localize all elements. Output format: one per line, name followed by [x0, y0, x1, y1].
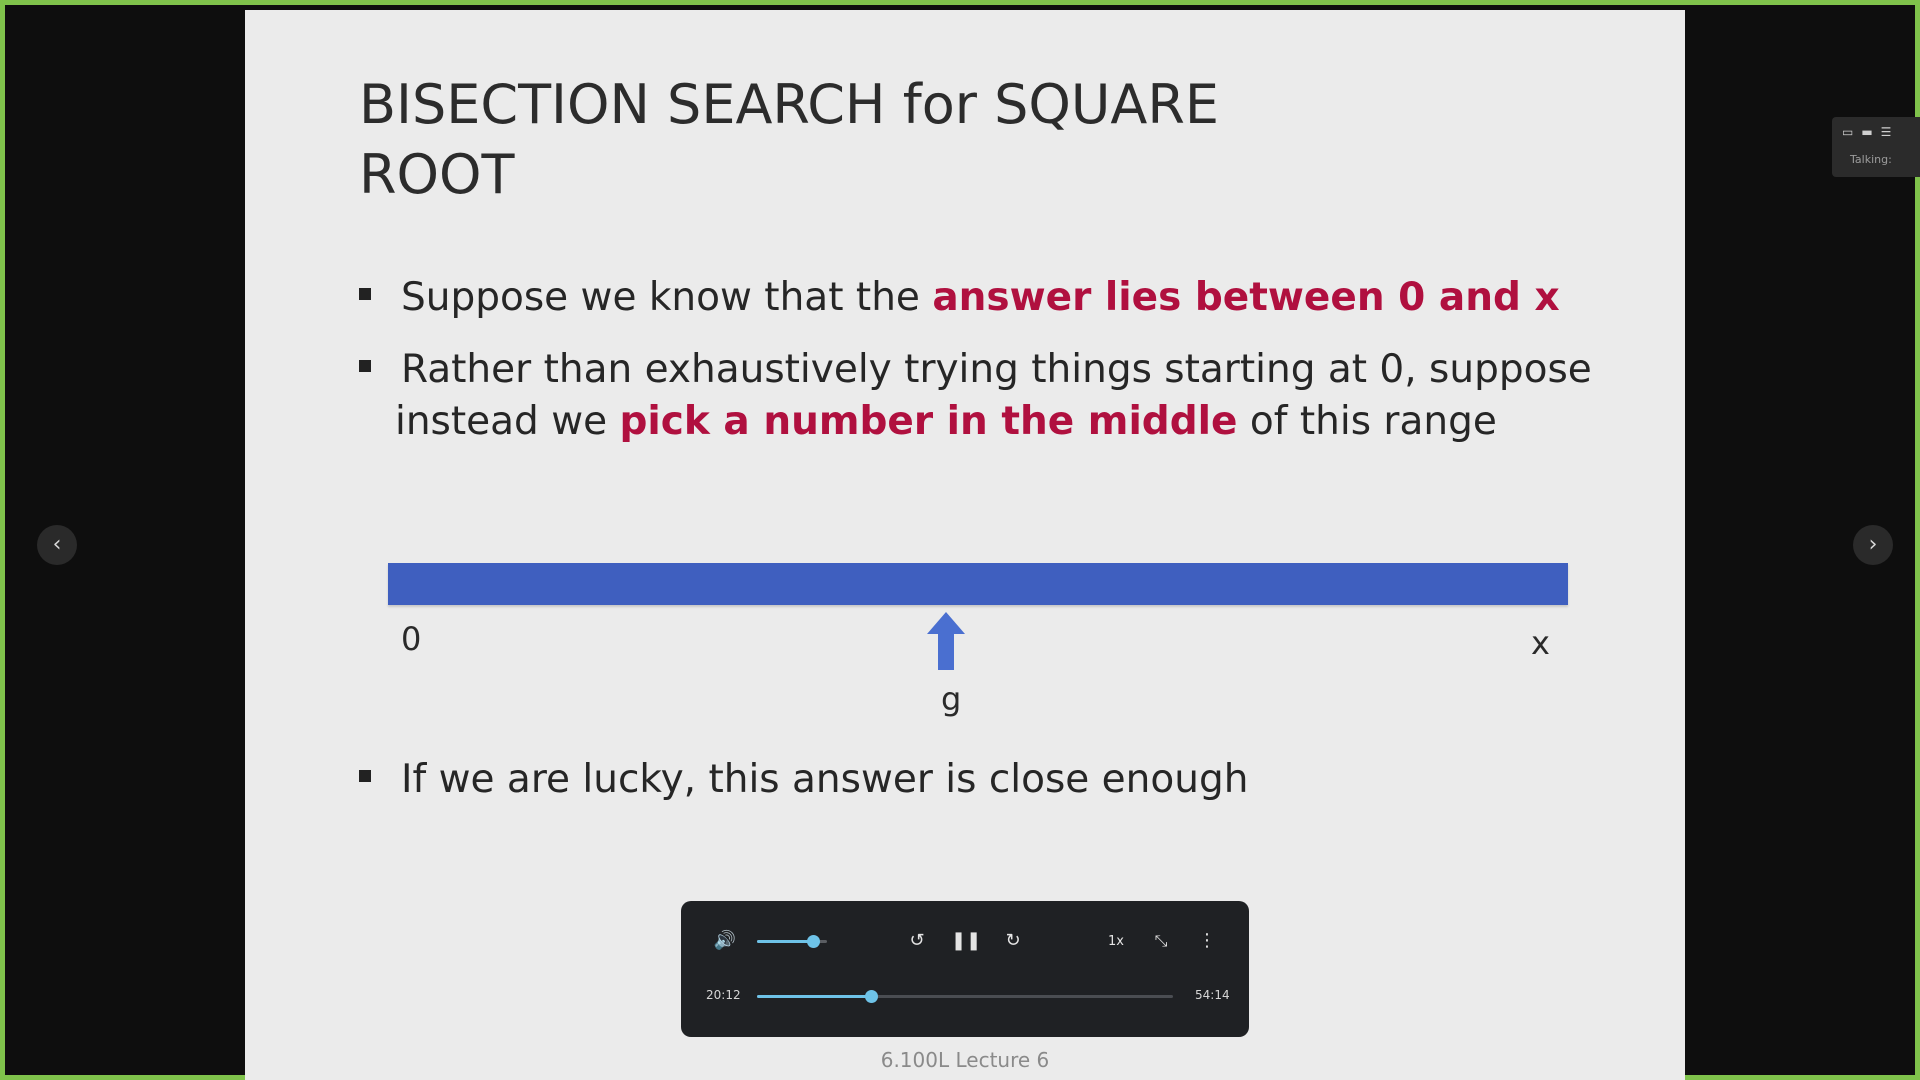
bullet-2-line2-text: instead we: [395, 399, 620, 444]
exit-fullscreen-icon[interactable]: ⤡: [1147, 929, 1175, 953]
seek-bar[interactable]: [757, 990, 1173, 1003]
number-line-bar: [388, 563, 1568, 605]
lecture-footer: 6.100L Lecture 6: [880, 1048, 1050, 1072]
bullet-marker: [359, 769, 371, 782]
volume-icon[interactable]: 🔊: [711, 929, 739, 953]
number-line-guess-label: g: [941, 680, 962, 718]
bullet-3-text: If we are lucky, this answer is close en…: [401, 757, 1249, 802]
more-options-icon[interactable]: ⋮: [1193, 929, 1221, 953]
volume-handle[interactable]: [807, 935, 820, 948]
bullet-marker: [359, 359, 371, 372]
chevron-left-icon: ‹: [52, 532, 62, 557]
panel-view-icons: ▭▬☰: [1842, 125, 1900, 139]
volume-fill: [757, 940, 813, 943]
bullet-2-text: Rather than exhaustively trying things s…: [401, 347, 1592, 392]
bullet-2-line2: instead we pick a number in the middle o…: [359, 399, 1497, 444]
next-slide-button[interactable]: ›: [1853, 525, 1893, 565]
seek-progress: [757, 995, 871, 998]
slide-title: BISECTION SEARCH for SQUARE ROOT: [359, 73, 1219, 206]
duration-time: 54:14: [1195, 988, 1230, 1002]
volume-slider[interactable]: [757, 935, 827, 948]
bullet-2: Rather than exhaustively trying things s…: [359, 344, 1619, 448]
bullet-1-text: Suppose we know that the: [401, 275, 933, 320]
previous-slide-button[interactable]: ‹: [37, 525, 77, 565]
bullet-2-post: of this range: [1237, 399, 1497, 444]
playback-speed-button[interactable]: 1x: [1099, 930, 1133, 954]
bullet-marker: [359, 287, 371, 300]
chevron-right-icon: ›: [1868, 532, 1878, 557]
bullet-2-highlight: pick a number in the middle: [619, 399, 1238, 444]
rewind-icon[interactable]: ↺: [903, 929, 931, 953]
talking-label: Talking:: [1850, 153, 1892, 166]
bullet-1-highlight: answer lies between 0 and x: [932, 275, 1560, 320]
pause-icon[interactable]: ❚❚: [951, 929, 981, 953]
current-time: 20:12: [706, 988, 741, 1002]
video-player-controls: 🔊 ↺ ❚❚ ↻ 1x ⤡ ⋮ 20:12 54:14: [681, 901, 1249, 1037]
bullet-3: If we are lucky, this answer is close en…: [359, 754, 1619, 806]
participant-mini-panel[interactable]: ▭▬☰ Talking:: [1832, 117, 1920, 177]
number-line-end-label: x: [1531, 624, 1550, 662]
guess-arrow-icon: [927, 612, 965, 670]
bullet-1: Suppose we know that the answer lies bet…: [359, 272, 1619, 324]
window-frame: BISECTION SEARCH for SQUARE ROOT Suppose…: [0, 0, 1920, 1080]
forward-icon[interactable]: ↻: [999, 929, 1027, 953]
number-line-start-label: 0: [401, 620, 422, 658]
seek-handle[interactable]: [864, 990, 878, 1003]
